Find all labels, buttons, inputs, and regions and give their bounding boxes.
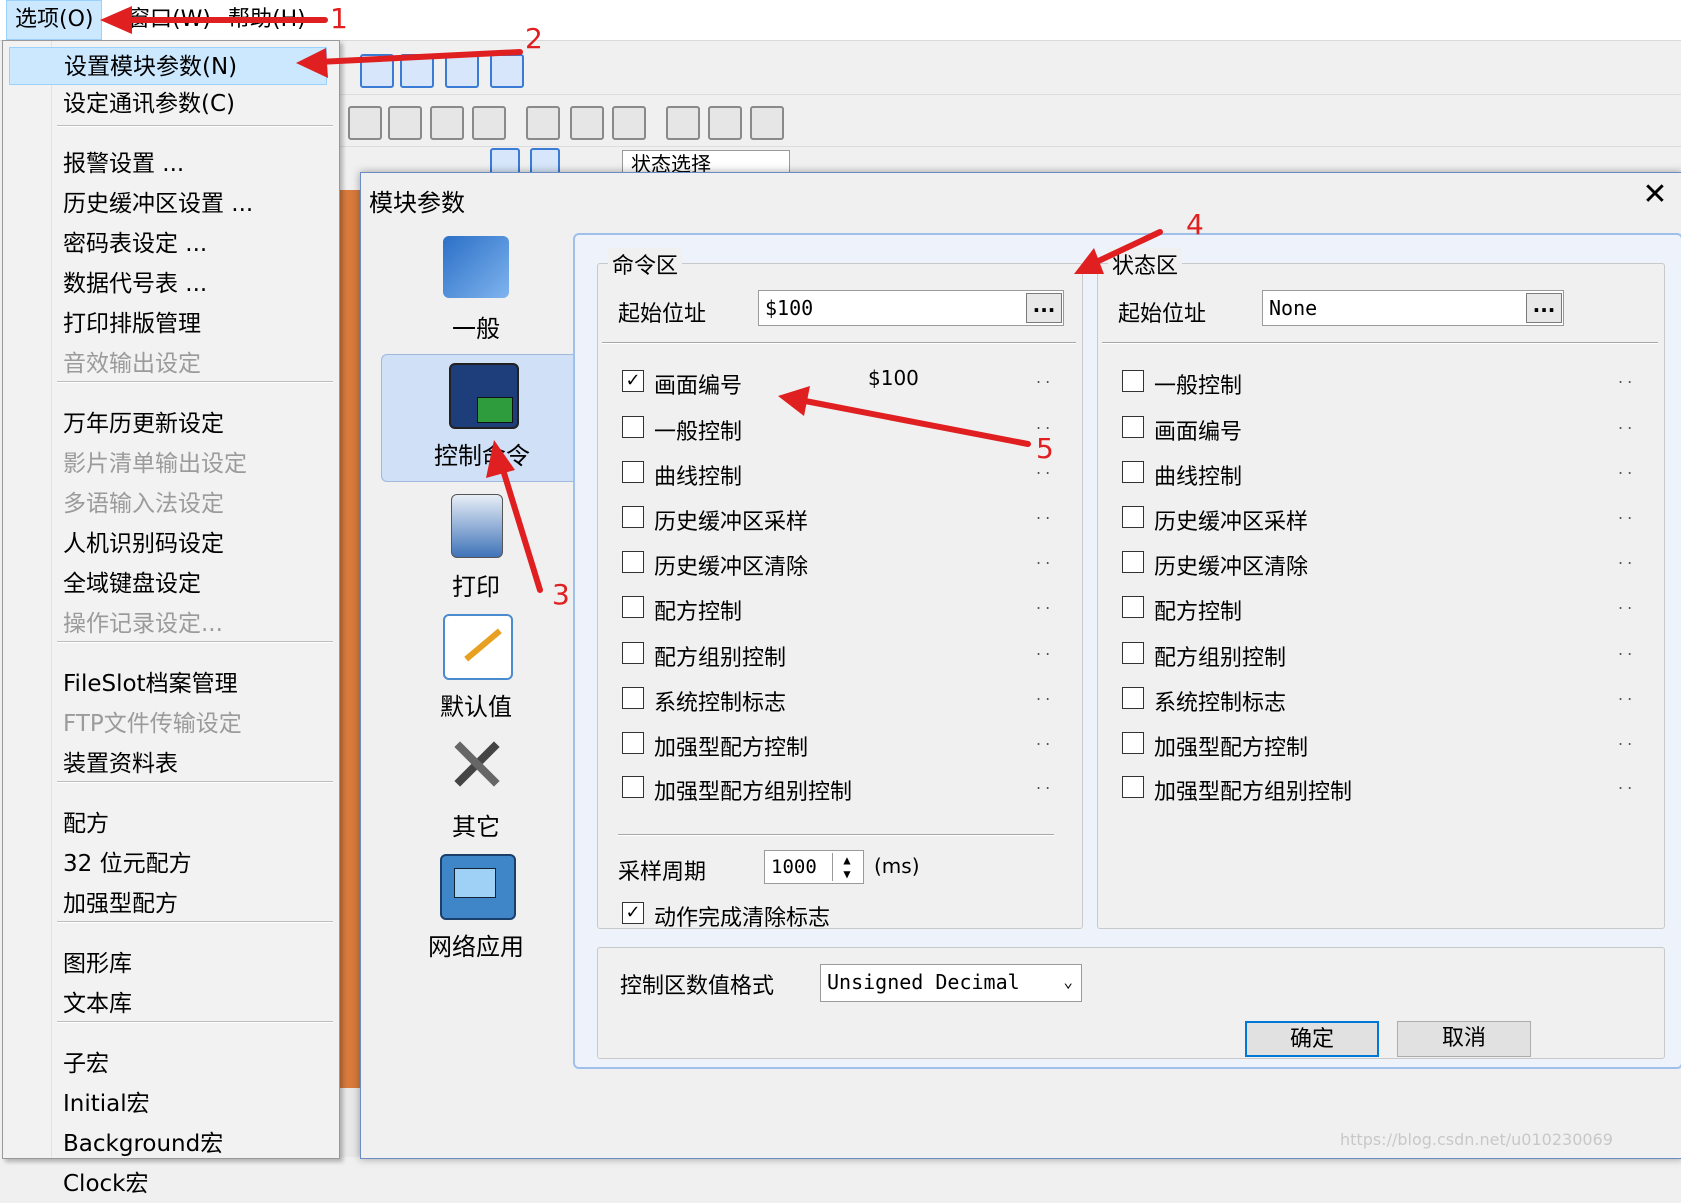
annotation-number: 1 [330,2,348,35]
arrow-1-head [100,6,132,34]
arrow-3-head [486,440,515,478]
annotation-arrows [100,6,1163,593]
annotation-number: 5 [1036,432,1054,465]
arrow-3 [497,457,543,593]
arrow-4 [1089,229,1163,267]
annotation-number: 2 [525,22,543,55]
arrow-5-head [778,386,810,416]
arrow-5 [797,397,1031,447]
arrow-2 [315,49,523,65]
menu-item[interactable]: Clock宏 [63,1165,149,1203]
annotation-number: 4 [1186,208,1204,241]
watermark: https://blog.csdn.net/u010230069 [1340,1130,1613,1149]
arrow-2-head [296,48,328,78]
annotation-number: 3 [552,578,570,611]
